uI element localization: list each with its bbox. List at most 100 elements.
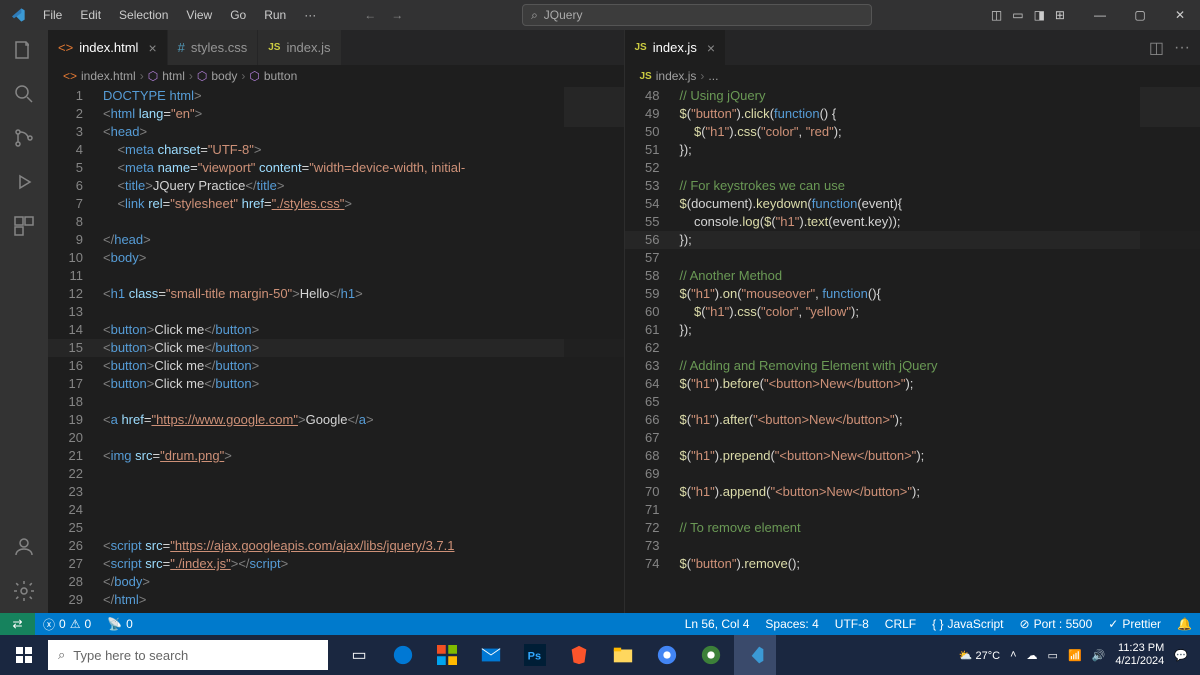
- menu-edit[interactable]: Edit: [72, 4, 109, 26]
- encoding[interactable]: UTF-8: [827, 617, 877, 631]
- mail-icon[interactable]: [470, 635, 512, 675]
- cursor-pos[interactable]: Ln 56, Col 4: [677, 617, 758, 631]
- body-area: <> index.html × # styles.css JS index.js…: [0, 30, 1200, 613]
- menu-more[interactable]: ···: [296, 4, 324, 26]
- source-control-icon[interactable]: [12, 126, 36, 150]
- vscode-icon[interactable]: [734, 635, 776, 675]
- system-tray: ⛅ 27°C ˄ ☁ ▭ 📶 🔊 11:23 PM 4/21/2024 💬: [959, 642, 1200, 668]
- clock[interactable]: 11:23 PM 4/21/2024: [1115, 642, 1164, 668]
- chrome-icon[interactable]: [646, 635, 688, 675]
- explorer-icon[interactable]: [12, 38, 36, 62]
- edge-icon[interactable]: [382, 635, 424, 675]
- editor-left: <> index.html × # styles.css JS index.js…: [48, 30, 624, 613]
- nav-arrows: ← →: [364, 8, 403, 22]
- menu-file[interactable]: File: [35, 4, 70, 26]
- code-left[interactable]: 1234567891011121314151617181920212223242…: [48, 87, 624, 613]
- tab-label: index.js: [286, 40, 330, 55]
- tab-bar-left: <> index.html × # styles.css JS index.js: [48, 30, 624, 65]
- extensions-icon[interactable]: [12, 214, 36, 238]
- debug-icon[interactable]: [12, 170, 36, 194]
- tab-close-icon[interactable]: ×: [148, 40, 156, 56]
- weather-icon[interactable]: ⛅ 27°C: [959, 649, 1000, 662]
- wifi-icon[interactable]: 📶: [1068, 649, 1082, 662]
- cube-icon: ⬡: [148, 69, 158, 83]
- eol[interactable]: CRLF: [877, 617, 924, 631]
- battery-icon[interactable]: ▭: [1048, 649, 1058, 662]
- tab-close-icon[interactable]: ×: [707, 40, 715, 56]
- problems[interactable]: ⓧ0 ⚠0: [35, 616, 99, 633]
- code-right[interactable]: 4849505152535455565758596061626364656667…: [625, 87, 1200, 613]
- search-icon: ⌕: [58, 647, 65, 663]
- menu-go[interactable]: Go: [222, 4, 254, 26]
- vscode-logo-icon: [0, 7, 35, 23]
- command-search[interactable]: ⌕ JQuery: [522, 4, 872, 26]
- title-bar: File Edit Selection View Go Run ··· ← → …: [0, 0, 1200, 30]
- search-text: JQuery: [544, 8, 583, 22]
- onedrive-icon[interactable]: ☁: [1027, 649, 1038, 662]
- more-icon[interactable]: ···: [1174, 39, 1190, 57]
- tab-label: index.html: [79, 40, 138, 55]
- back-icon[interactable]: ←: [364, 8, 376, 22]
- html-icon: <>: [58, 40, 73, 55]
- forward-icon[interactable]: →: [391, 8, 403, 22]
- store-icon[interactable]: [426, 635, 468, 675]
- cube-icon: ⬡: [249, 69, 259, 83]
- prettier[interactable]: ✓ Prettier: [1100, 617, 1169, 631]
- brave-icon[interactable]: [558, 635, 600, 675]
- start-button[interactable]: [0, 635, 48, 675]
- chevron-up-icon[interactable]: ˄: [1010, 649, 1016, 661]
- layout-3-icon[interactable]: ◨: [1034, 8, 1045, 22]
- tab-index-js-right[interactable]: JS index.js ×: [625, 30, 727, 65]
- search-icon: ⌕: [531, 8, 538, 23]
- language-mode[interactable]: { } JavaScript: [924, 617, 1011, 631]
- radio-icon[interactable]: 📡0: [99, 617, 141, 631]
- menu-run[interactable]: Run: [256, 4, 294, 26]
- window-controls: — ▢ ✕: [1080, 8, 1200, 22]
- account-icon[interactable]: [12, 535, 36, 559]
- maximize-icon[interactable]: ▢: [1120, 8, 1160, 22]
- minimap[interactable]: [564, 87, 624, 613]
- bc-part: button: [264, 69, 297, 83]
- tab-bar-right: JS index.js × ◫ ···: [625, 30, 1200, 65]
- layout-2-icon[interactable]: ▭: [1012, 8, 1023, 22]
- search-icon[interactable]: [12, 82, 36, 106]
- task-view-icon[interactable]: ▭: [338, 635, 380, 675]
- menu-view[interactable]: View: [178, 4, 220, 26]
- activity-bar: [0, 30, 48, 613]
- tab-index-html[interactable]: <> index.html ×: [48, 30, 168, 65]
- notifications-icon[interactable]: 💬: [1174, 649, 1188, 662]
- bell-icon[interactable]: 🔔: [1169, 617, 1200, 631]
- minimize-icon[interactable]: —: [1080, 8, 1120, 22]
- explorer-icon[interactable]: [602, 635, 644, 675]
- taskbar-apps: ▭ Ps: [338, 635, 776, 675]
- split-icon[interactable]: ◫: [1149, 38, 1164, 58]
- bc-rest: ...: [708, 69, 718, 83]
- breadcrumb-left[interactable]: <> index.html ›⬡html ›⬡body ›⬡button: [48, 65, 624, 87]
- menu-selection[interactable]: Selection: [111, 4, 176, 26]
- tab-styles-css[interactable]: # styles.css: [168, 30, 259, 65]
- layout-1-icon[interactable]: ◫: [991, 8, 1002, 22]
- settings-icon[interactable]: [12, 579, 36, 603]
- editors: <> index.html × # styles.css JS index.js…: [48, 30, 1200, 613]
- chrome-dev-icon[interactable]: [690, 635, 732, 675]
- close-icon[interactable]: ✕: [1160, 8, 1200, 22]
- css-icon: #: [178, 40, 185, 55]
- editor-right: JS index.js × ◫ ··· JS index.js ›... 484…: [624, 30, 1200, 613]
- layout-controls: ◫ ▭ ◨ ⊞: [991, 8, 1065, 22]
- cube-icon: ⬡: [197, 69, 207, 83]
- volume-icon[interactable]: 🔊: [1092, 649, 1106, 662]
- bc-file: index.html: [81, 69, 136, 83]
- js-icon: JS: [268, 42, 280, 53]
- taskbar-search[interactable]: ⌕ Type here to search: [48, 640, 328, 670]
- js-icon: JS: [635, 42, 647, 53]
- tab-index-js-left[interactable]: JS index.js: [258, 30, 341, 65]
- bc-part: body: [211, 69, 237, 83]
- remote-icon[interactable]: ⇄: [0, 613, 35, 635]
- photoshop-icon[interactable]: Ps: [514, 635, 556, 675]
- live-server[interactable]: ⊘ Port : 5500: [1012, 617, 1101, 631]
- minimap[interactable]: [1140, 87, 1200, 613]
- layout-4-icon[interactable]: ⊞: [1055, 8, 1065, 22]
- breadcrumb-right[interactable]: JS index.js ›...: [625, 65, 1200, 87]
- menu-bar: File Edit Selection View Go Run ···: [35, 4, 324, 26]
- indent[interactable]: Spaces: 4: [757, 617, 826, 631]
